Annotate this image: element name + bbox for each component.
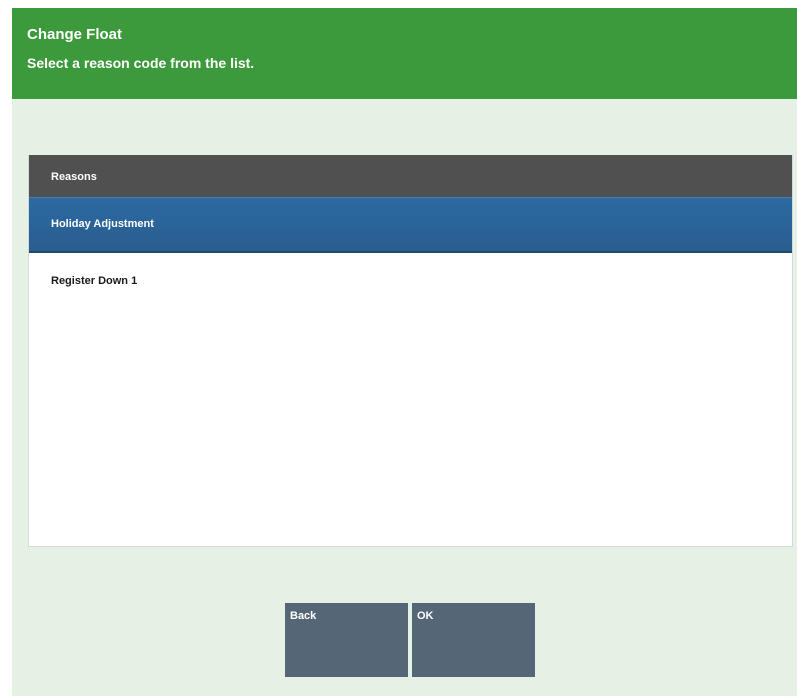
- list-item-register-down-1[interactable]: Register Down 1: [29, 253, 792, 308]
- list-item-label: Register Down 1: [51, 275, 138, 287]
- back-button-label: Back: [290, 610, 317, 622]
- ok-button-label: OK: [417, 610, 434, 622]
- reason-list: Reasons Holiday Adjustment Register Down…: [28, 155, 793, 547]
- list-header: Reasons: [29, 155, 792, 197]
- app-window: Change Float Select a reason code from t…: [12, 8, 797, 696]
- list-item-holiday-adjustment[interactable]: Holiday Adjustment: [29, 197, 792, 253]
- page-instruction: Select a reason code from the list.: [27, 55, 255, 71]
- ok-button[interactable]: OK: [412, 603, 535, 677]
- back-button[interactable]: Back: [285, 603, 408, 677]
- list-item-label: Holiday Adjustment: [51, 218, 154, 230]
- header-bar: Change Float Select a reason code from t…: [12, 8, 797, 99]
- page-title: Change Float: [27, 26, 123, 43]
